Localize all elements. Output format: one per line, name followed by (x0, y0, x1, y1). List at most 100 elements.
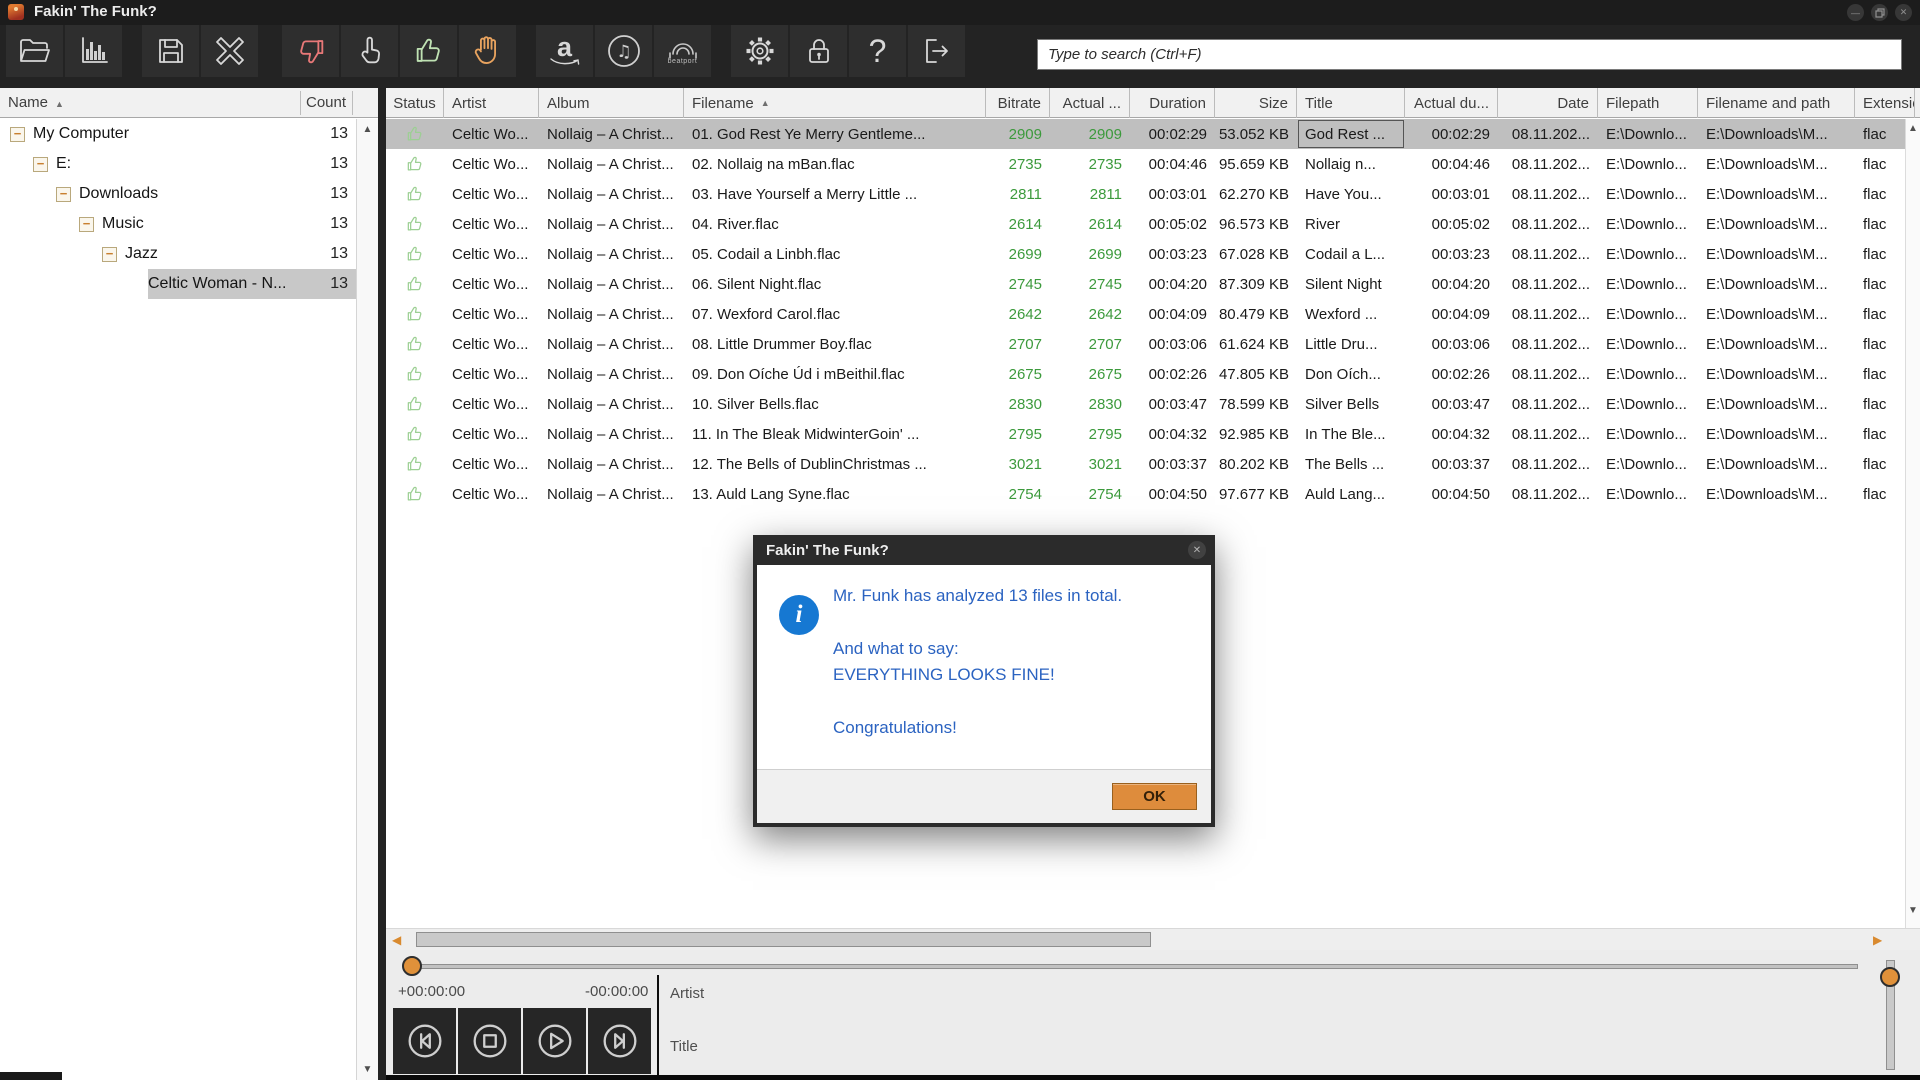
collapse-expander-icon[interactable]: − (102, 247, 117, 262)
collapse-expander-icon[interactable]: − (10, 127, 25, 142)
column-header-filepath[interactable]: Filepath (1598, 88, 1698, 118)
table-row[interactable]: Celtic Wo...Nollaig – A Christ...03. Hav… (386, 179, 1915, 209)
cell-filepath: E:\Downlo... (1598, 299, 1698, 329)
column-header-actual_duration[interactable]: Actual du... (1405, 88, 1498, 118)
save-button[interactable] (142, 25, 199, 77)
table-row[interactable]: Celtic Wo...Nollaig – A Christ...04. Riv… (386, 209, 1915, 239)
tree-item[interactable]: −My Computer13 (0, 119, 356, 149)
column-header-title[interactable]: Title (1297, 88, 1405, 118)
tree-scrollbar[interactable]: ▲ ▼ (356, 119, 378, 1080)
cell-actual_bitrate: 2754 (1050, 479, 1130, 509)
tree-column-count[interactable]: Count (306, 94, 346, 111)
volume-slider-thumb[interactable] (1880, 967, 1900, 987)
dialog-close-button[interactable]: ✕ (1188, 541, 1206, 559)
scroll-right-icon[interactable]: ▶ (1873, 933, 1882, 947)
help-button[interactable]: ? (849, 25, 906, 77)
collapse-expander-icon[interactable]: − (56, 187, 71, 202)
restore-button[interactable] (1871, 4, 1888, 21)
beatport-lookup-button[interactable]: beatport (654, 25, 711, 77)
table-vertical-scrollbar[interactable]: ▲ ▼ (1905, 119, 1920, 928)
scroll-down-icon[interactable]: ▼ (1906, 905, 1920, 916)
cell-size: 67.028 KB (1215, 239, 1297, 269)
column-header-duration[interactable]: Duration (1130, 88, 1215, 118)
thumbs-up-status-icon (405, 154, 425, 174)
lock-button[interactable] (790, 25, 847, 77)
cell-album: Nollaig – A Christ... (539, 299, 684, 329)
collapse-expander-icon[interactable]: − (33, 157, 48, 172)
scroll-down-icon[interactable]: ▼ (357, 1064, 378, 1075)
tree-column-name[interactable]: Name▲ (8, 94, 64, 111)
collapse-expander-icon[interactable]: − (79, 217, 94, 232)
scroll-up-icon[interactable]: ▲ (1906, 123, 1920, 134)
itunes-lookup-button[interactable]: ♫ (595, 25, 652, 77)
table-row[interactable]: Celtic Wo...Nollaig – A Christ...06. Sil… (386, 269, 1915, 299)
column-header-album[interactable]: Album (539, 88, 684, 118)
thumbs-down-icon (294, 34, 328, 68)
column-header-extension[interactable]: Extensio (1855, 88, 1915, 118)
skip-to-end-button[interactable] (588, 1008, 651, 1074)
tree-item-count: 13 (330, 185, 356, 203)
mark-unsure-button[interactable] (341, 25, 398, 77)
table-header: StatusArtistAlbumFilename▲BitrateActual … (386, 88, 1920, 118)
close-button[interactable]: ✕ (1895, 4, 1912, 21)
seek-slider-thumb[interactable] (402, 956, 422, 976)
cell-filename: 13. Auld Lang Syne.flac (684, 479, 986, 509)
mark-fake-button[interactable] (282, 25, 339, 77)
analyze-button[interactable] (65, 25, 122, 77)
seek-slider[interactable] (408, 964, 1858, 969)
column-header-date[interactable]: Date (1498, 88, 1598, 118)
cell-title: Nollaig n... (1297, 149, 1405, 179)
cell-date: 08.11.202... (1498, 449, 1598, 479)
search-input[interactable] (1037, 39, 1902, 70)
table-row[interactable]: Celtic Wo...Nollaig – A Christ...12. The… (386, 449, 1915, 479)
cell-date: 08.11.202... (1498, 419, 1598, 449)
table-row[interactable]: Celtic Wo...Nollaig – A Christ...09. Don… (386, 359, 1915, 389)
stop-button[interactable] (458, 1008, 521, 1074)
scroll-up-icon[interactable]: ▲ (357, 124, 378, 135)
open-folder-button[interactable] (6, 25, 63, 77)
table-row[interactable]: Celtic Wo...Nollaig – A Christ...11. In … (386, 419, 1915, 449)
minimize-button[interactable]: — (1847, 4, 1864, 21)
table-row[interactable]: Celtic Wo...Nollaig – A Christ...13. Aul… (386, 479, 1915, 509)
tree-item[interactable]: −Music13 (0, 209, 356, 239)
scrollbar-thumb[interactable] (416, 932, 1151, 947)
amazon-lookup-button[interactable]: a (536, 25, 593, 77)
tree-item[interactable]: −Jazz13 (0, 239, 356, 269)
delete-button[interactable] (201, 25, 258, 77)
mark-hold-button[interactable] (459, 25, 516, 77)
exit-button[interactable] (908, 25, 965, 77)
column-header-filename_and_path[interactable]: Filename and path (1698, 88, 1855, 118)
itunes-icon: ♫ (606, 33, 642, 69)
tree-item[interactable]: −Downloads13 (0, 179, 356, 209)
cell-duration: 00:04:20 (1130, 269, 1215, 299)
tree-item[interactable]: −E:13 (0, 149, 356, 179)
tree-item[interactable]: Celtic Woman - N...13 (0, 269, 356, 299)
scroll-left-icon[interactable]: ◀ (392, 933, 401, 947)
cell-duration: 00:02:26 (1130, 359, 1215, 389)
play-button[interactable] (523, 1008, 586, 1074)
ok-button[interactable]: OK (1112, 783, 1197, 810)
column-header-bitrate[interactable]: Bitrate (986, 88, 1050, 118)
cell-actual_bitrate: 3021 (1050, 449, 1130, 479)
table-row[interactable]: Celtic Wo...Nollaig – A Christ...02. Nol… (386, 149, 1915, 179)
thumbs-up-status-icon (405, 484, 425, 504)
table-row[interactable]: Celtic Wo...Nollaig – A Christ...05. Cod… (386, 239, 1915, 269)
cell-filepath: E:\Downlo... (1598, 479, 1698, 509)
column-header-artist[interactable]: Artist (444, 88, 539, 118)
table-horizontal-scrollbar[interactable]: ◀ ▶ (386, 928, 1920, 950)
column-header-size[interactable]: Size (1215, 88, 1297, 118)
cell-actual_duration: 00:03:47 (1405, 389, 1498, 419)
skip-to-start-button[interactable] (393, 1008, 456, 1074)
table-row[interactable]: Celtic Wo...Nollaig – A Christ...10. Sil… (386, 389, 1915, 419)
mark-good-button[interactable] (400, 25, 457, 77)
table-row[interactable]: Celtic Wo...Nollaig – A Christ...01. God… (386, 119, 1915, 149)
dialog-message-2a: And what to say: (833, 636, 1122, 662)
column-header-status[interactable]: Status (386, 88, 444, 118)
column-header-actual_bitrate[interactable]: Actual ... (1050, 88, 1130, 118)
table-row[interactable]: Celtic Wo...Nollaig – A Christ...08. Lit… (386, 329, 1915, 359)
thumbs-up-status-icon (405, 454, 425, 474)
table-row[interactable]: Celtic Wo...Nollaig – A Christ...07. Wex… (386, 299, 1915, 329)
column-header-filename[interactable]: Filename▲ (684, 88, 986, 118)
cell-size: 80.479 KB (1215, 299, 1297, 329)
settings-button[interactable] (731, 25, 788, 77)
